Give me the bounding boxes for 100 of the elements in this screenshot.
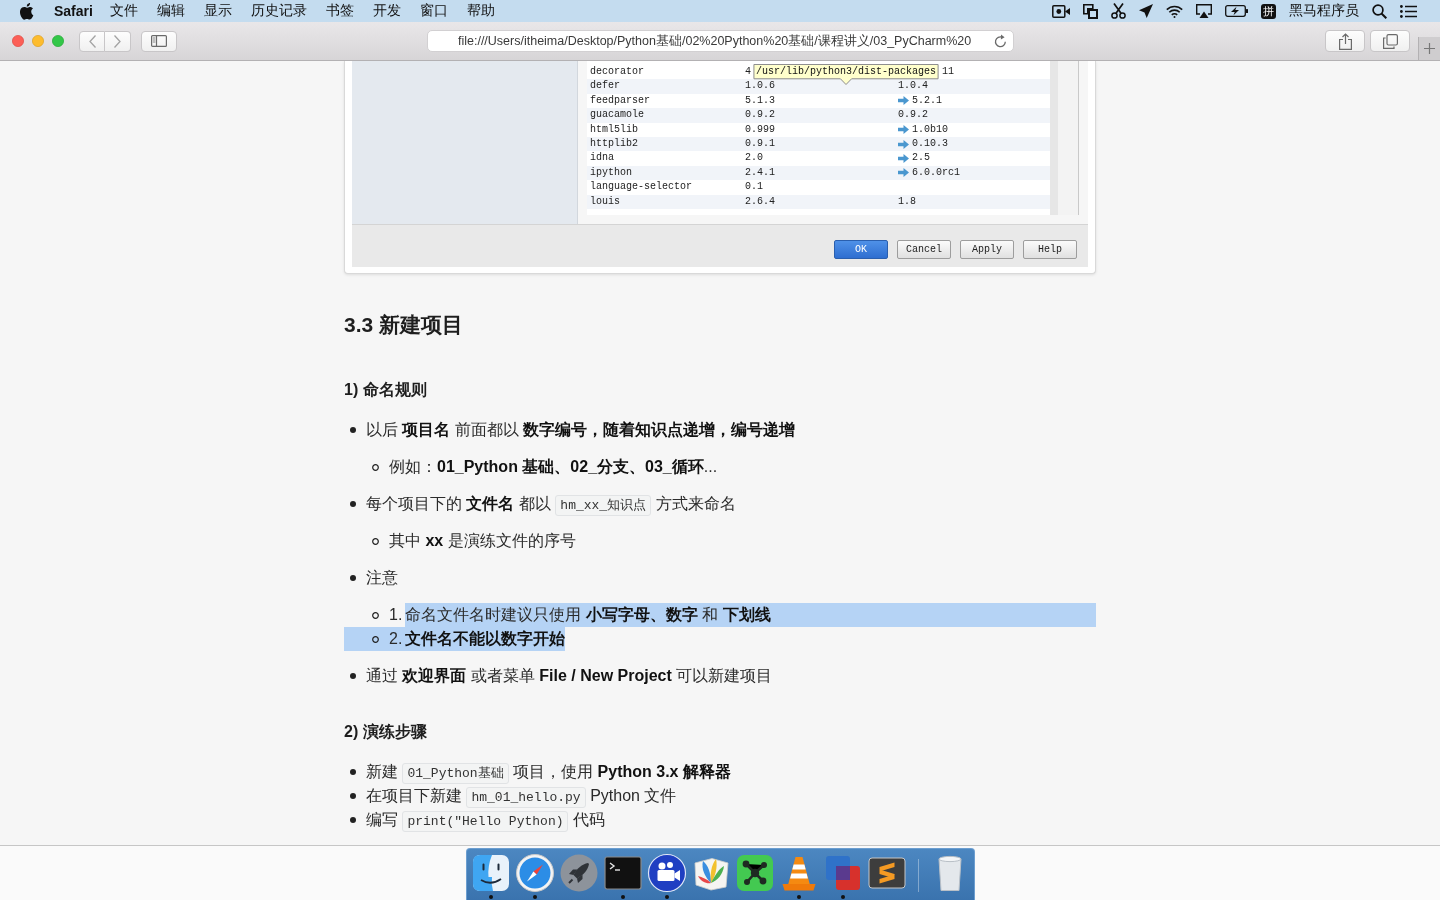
list-icon[interactable]	[1400, 4, 1417, 18]
terminal-icon[interactable]	[602, 853, 643, 893]
table-cell: language-selector	[590, 180, 693, 195]
table-cell: 2.0	[745, 151, 763, 166]
input-method-indicator[interactable]: 拼	[1261, 3, 1276, 19]
table-cell: 0.9.2	[898, 108, 928, 123]
dialog-button[interactable]: OK	[834, 240, 888, 259]
table-cell: idna	[590, 151, 614, 166]
sidebar-button[interactable]	[141, 30, 177, 52]
list-item-text: 命名文件名时建议只使用 小写字母、数字 和 下划线	[405, 603, 1096, 627]
wifi-icon[interactable]	[1166, 4, 1183, 18]
bullet-icon	[350, 817, 356, 823]
bullet-icon	[350, 673, 356, 679]
list-item-text: 编写 print("Hello Python) 代码	[366, 808, 605, 832]
table-cell-text: 5.1.3	[745, 93, 775, 108]
menu-item[interactable]: 显示	[203, 2, 232, 20]
bullet-icon	[350, 501, 356, 507]
table-cell-text: 5.2.1	[912, 93, 942, 108]
table-cell: 2.6.4	[745, 194, 775, 209]
paper-plane-icon[interactable]	[1139, 4, 1153, 18]
menu-item[interactable]: 窗口	[419, 2, 448, 20]
scrollbar-track[interactable]	[1050, 61, 1058, 215]
list-number: 1.	[389, 605, 403, 625]
table-cell-text: ipython	[590, 165, 632, 180]
list-item-text: 新建 01_Python基础 项目，使用 Python 3.x 解释器	[366, 760, 731, 784]
share-button[interactable]	[1325, 30, 1366, 52]
table-cell-text: httplib2	[590, 136, 638, 151]
network-nodes-icon[interactable]	[734, 853, 775, 893]
list-item-text: 在项目下新建 hm_01_hello.py Python 文件	[366, 784, 677, 808]
sidebar-icon	[150, 35, 167, 47]
subsection-heading: 1) 命名规则	[344, 380, 428, 400]
list-number: 2.	[389, 629, 403, 649]
close-icon[interactable]	[12, 35, 24, 47]
table-cell-text: 2.4.1	[745, 165, 775, 180]
menu-item[interactable]: 帮助	[466, 2, 495, 20]
menu-item[interactable]: 文件	[109, 2, 138, 20]
table-cell: defer	[590, 79, 620, 94]
dialog-button[interactable]: Apply	[960, 240, 1014, 259]
overlapping-squares-icon[interactable]	[1083, 3, 1098, 19]
rocket-icon[interactable]	[558, 853, 599, 893]
table-cell: 0.999	[745, 122, 775, 137]
ring-bullet-icon	[372, 537, 379, 545]
section-heading: 3.3 新建项目	[344, 312, 465, 338]
table-cell: 2.5	[912, 151, 930, 166]
dialog-button[interactable]: Help	[1023, 240, 1077, 259]
list-item-text: 例如：01_Python 基础、02_分支、03_循环...	[389, 457, 718, 477]
table-cell: 1.0b10	[912, 122, 948, 137]
bullet-icon	[350, 769, 356, 775]
list-item-text: 注意	[366, 568, 398, 588]
video-camera-icon[interactable]	[646, 853, 687, 893]
subsection-heading: 2) 演练步骤	[344, 722, 428, 742]
apple-logo-icon[interactable]	[20, 2, 34, 20]
menu-extra-label[interactable]: 黑马程序员	[1289, 2, 1359, 20]
plus-icon	[1424, 43, 1435, 54]
bullet-icon	[350, 793, 356, 799]
new-tab-button[interactable]	[1418, 37, 1440, 60]
table-cell: 0.1	[745, 180, 763, 195]
bullet-icon	[350, 427, 356, 433]
table-row[interactable]: defer 1.0.6 1.0.4	[587, 79, 1050, 94]
compass-icon[interactable]	[514, 853, 555, 893]
screen-triangle-icon[interactable]	[1196, 4, 1212, 18]
tabs-icon	[1382, 33, 1398, 49]
table-cell-text: 11	[942, 65, 954, 79]
bullet-icon	[350, 575, 356, 581]
ring-bullet-icon	[372, 635, 379, 643]
table-row[interactable]: guacamole 0.9.2 0.9.2	[587, 108, 1050, 123]
smiling-face-icon[interactable]	[470, 853, 511, 893]
table-cell-text: 0.10.3	[912, 136, 948, 151]
menu-item[interactable]: 开发	[372, 2, 401, 20]
address-field[interactable]: file:///Users/itheima/Desktop/Python基础/02%20Python%20基础/课程讲义/03_PyCharm%20	[426, 30, 1015, 52]
dialog-button[interactable]: Cancel	[897, 240, 951, 259]
table-cell: guacamole	[590, 108, 644, 123]
table-cell: 1.8	[898, 194, 916, 209]
chevron-right-icon	[114, 34, 121, 48]
list-item-text: 文件名不能以数字开始	[405, 629, 566, 649]
table-cell: 0.9.2	[745, 108, 775, 123]
list-item-text: 其中 xx 是演练文件的序号	[389, 531, 576, 551]
list-item-text: 每个项目下的 文件名 都以 hm_xx_知识点 方式来命名	[366, 492, 736, 516]
scissors-icon[interactable]	[1111, 3, 1126, 19]
list-item-text: 以后 项目名 前面都以 数字编号，随着知识点递增，编号递增	[366, 420, 796, 440]
reload-icon[interactable]	[994, 34, 1008, 48]
tab-overview-button[interactable]	[1370, 30, 1410, 52]
menu-item[interactable]: 历史记录	[250, 2, 307, 20]
table-cell-text: feedparser	[590, 93, 650, 108]
table-cell: louis	[590, 194, 620, 209]
chevron-left-icon	[88, 34, 96, 48]
video-camera-icon[interactable]	[1052, 4, 1070, 18]
table-cell-text: decorator	[590, 65, 644, 79]
share-icon	[1338, 32, 1352, 50]
table-cell: html5lib	[590, 122, 638, 137]
battery-icon[interactable]	[1225, 5, 1248, 17]
ring-bullet-icon	[372, 611, 379, 619]
table-cell-text: 4	[745, 65, 751, 79]
ring-bullet-icon	[372, 463, 379, 471]
app-menu[interactable]: Safari	[54, 3, 93, 19]
table-cell-text: 0.9.1	[745, 136, 775, 151]
menu-item[interactable]: 书签	[325, 2, 354, 20]
search-icon[interactable]	[1372, 3, 1387, 19]
menu-item[interactable]: 编辑	[156, 2, 185, 20]
list-item-text: 通过 欢迎界面 或者菜单 File / New Project 可以新建项目	[366, 666, 773, 686]
